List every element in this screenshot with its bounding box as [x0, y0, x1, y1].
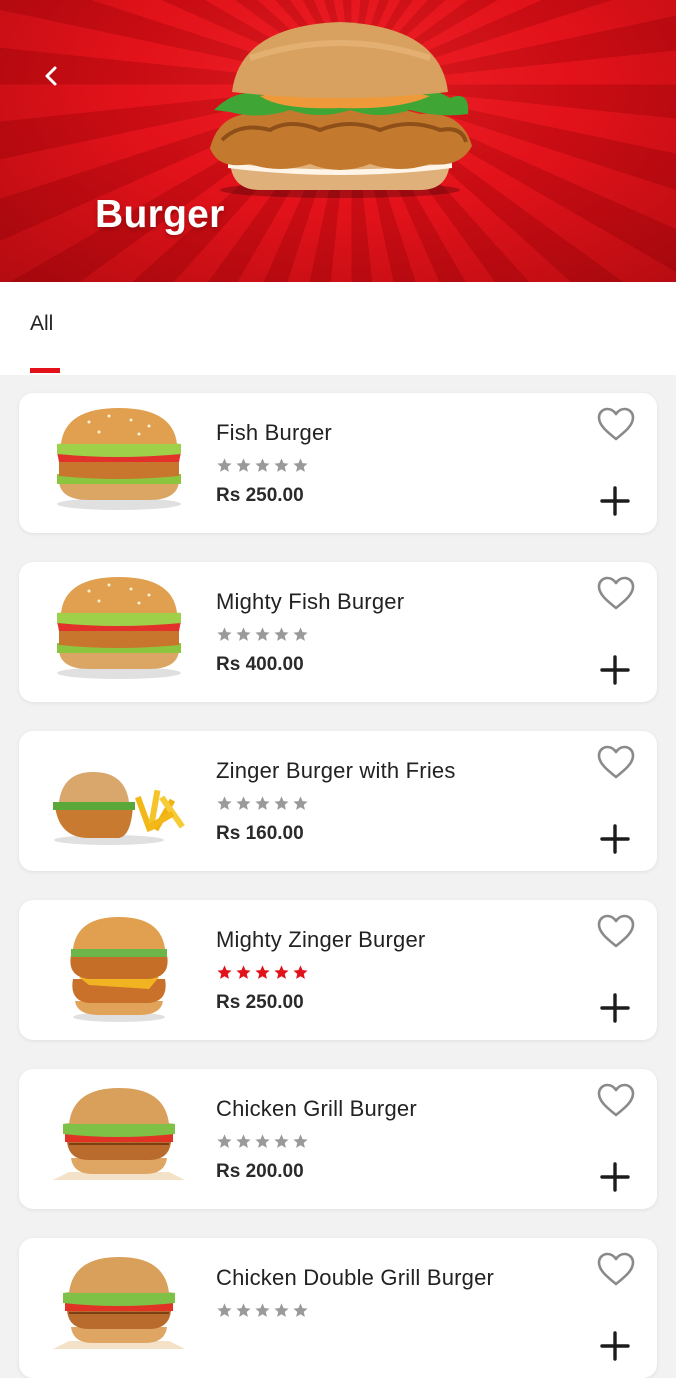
active-tab-indicator: [30, 368, 60, 373]
item-name: Chicken Grill Burger: [216, 1096, 417, 1121]
star-icon: [293, 458, 308, 472]
favorite-button[interactable]: [596, 406, 636, 442]
item-name: Mighty Fish Burger: [216, 589, 405, 614]
menu-item-card[interactable]: Fish Burger Rs 250.00: [19, 393, 657, 533]
star-icon: [236, 627, 251, 641]
star-icon: [274, 458, 289, 472]
back-button[interactable]: [30, 54, 74, 98]
rating-stars[interactable]: [216, 795, 309, 812]
favorite-button[interactable]: [596, 575, 636, 611]
menu-item-card[interactable]: Mighty Fish Burger Rs 400.00: [19, 562, 657, 702]
item-name: Zinger Burger with Fries: [216, 758, 456, 783]
menu-item-card[interactable]: Mighty Zinger Burger Rs 250.00: [19, 900, 657, 1040]
plus-icon: [600, 993, 630, 1023]
add-to-cart-button[interactable]: [599, 992, 631, 1024]
heart-icon: [597, 1252, 635, 1286]
fish-burger-image: [57, 577, 181, 679]
grill-burger-image: [53, 1257, 185, 1349]
add-to-cart-button[interactable]: [599, 485, 631, 517]
item-name: Fish Burger: [216, 420, 332, 445]
burger-hero-image: [210, 22, 472, 198]
heart-icon: [597, 914, 635, 948]
star-icon: [274, 796, 289, 810]
favorite-button[interactable]: [596, 744, 636, 780]
item-price: Rs 200.00: [216, 1161, 304, 1182]
header-banner: Burger: [0, 0, 676, 282]
plus-icon: [600, 1162, 630, 1192]
rating-stars[interactable]: [216, 457, 309, 474]
item-price: Rs 400.00: [216, 654, 304, 675]
star-icon: [274, 1134, 289, 1148]
star-icon: [236, 796, 251, 810]
grill-burger-image: [53, 1088, 185, 1180]
favorite-button[interactable]: [596, 913, 636, 949]
star-icon: [217, 796, 232, 810]
star-icon: [236, 1303, 251, 1317]
rating-stars[interactable]: [216, 1133, 309, 1150]
mighty-zinger-image: [70, 917, 168, 1022]
menu-item-card[interactable]: Chicken Grill Burger Rs 200.00: [19, 1069, 657, 1209]
star-icon: [274, 627, 289, 641]
star-icon: [293, 965, 308, 979]
rating-stars[interactable]: [216, 1302, 309, 1319]
item-price: Rs 250.00: [216, 485, 304, 506]
heart-icon: [597, 576, 635, 610]
star-icon: [217, 965, 232, 979]
heart-icon: [597, 745, 635, 779]
star-icon: [255, 1303, 270, 1317]
item-name: Chicken Double Grill Burger: [216, 1265, 495, 1290]
plus-icon: [600, 824, 630, 854]
star-icon: [255, 627, 270, 641]
heart-icon: [597, 407, 635, 441]
star-icon: [236, 1134, 251, 1148]
star-icon: [236, 458, 251, 472]
star-icon: [217, 627, 232, 641]
star-icon: [274, 1303, 289, 1317]
star-icon: [255, 458, 270, 472]
plus-icon: [600, 1331, 630, 1361]
fish-burger-image: [57, 408, 181, 510]
star-icon: [255, 1134, 270, 1148]
favorite-button[interactable]: [596, 1082, 636, 1118]
menu-item-card[interactable]: Chicken Double Grill Burger: [19, 1238, 657, 1378]
rating-stars[interactable]: [216, 626, 309, 643]
item-name: Mighty Zinger Burger: [216, 927, 426, 952]
star-icon: [255, 796, 270, 810]
star-icon: [217, 458, 232, 472]
add-to-cart-button[interactable]: [599, 654, 631, 686]
menu-item-card[interactable]: Zinger Burger with Fries Rs 160.00: [19, 731, 657, 871]
star-icon: [293, 796, 308, 810]
chevron-left-icon: [45, 66, 57, 86]
star-icon: [293, 627, 308, 641]
add-to-cart-button[interactable]: [599, 1161, 631, 1193]
item-price: Rs 160.00: [216, 823, 304, 844]
star-icon: [217, 1303, 232, 1317]
star-icon: [293, 1134, 308, 1148]
item-price: Rs 250.00: [216, 992, 304, 1013]
page-title: Burger: [95, 193, 225, 236]
add-to-cart-button[interactable]: [599, 1330, 631, 1362]
heart-icon: [597, 1083, 635, 1117]
zinger-fries-image: [53, 772, 185, 845]
favorite-button[interactable]: [596, 1251, 636, 1287]
tab-all[interactable]: All: [30, 312, 53, 336]
rating-stars[interactable]: [216, 964, 309, 981]
category-tabs: All: [0, 282, 676, 375]
star-icon: [255, 965, 270, 979]
star-icon: [274, 965, 289, 979]
star-icon: [236, 965, 251, 979]
star-icon: [217, 1134, 232, 1148]
plus-icon: [600, 655, 630, 685]
add-to-cart-button[interactable]: [599, 823, 631, 855]
star-icon: [293, 1303, 308, 1317]
plus-icon: [600, 486, 630, 516]
